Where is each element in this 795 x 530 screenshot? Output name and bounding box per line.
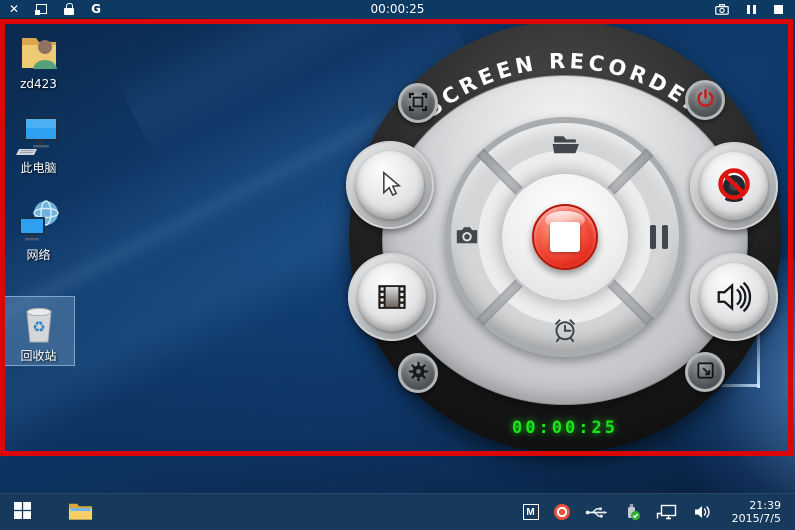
tray-network-icon[interactable] — [656, 504, 677, 520]
show-cursor-button[interactable] — [346, 141, 434, 229]
tray-m-icon[interactable]: M — [522, 504, 539, 520]
camera-icon — [451, 220, 483, 255]
desktop-icon-recycle-bin[interactable]: ♻ 回收站 — [2, 296, 75, 366]
m-letter: M — [522, 504, 539, 520]
screenshot-camera-icon[interactable] — [715, 0, 729, 19]
pause-icon[interactable] — [747, 4, 756, 14]
recycle-bin-icon: ♻ — [15, 300, 63, 348]
power-icon — [694, 87, 717, 113]
speaker-volume-button[interactable] — [690, 253, 778, 341]
desktop-icon-label: 此电脑 — [20, 161, 57, 175]
network-globe-icon — [15, 199, 63, 247]
desktop-icon-zd423[interactable]: zd423 — [2, 28, 75, 91]
video-files-button[interactable] — [348, 253, 436, 341]
desktop-icon-network[interactable]: 网络 — [2, 199, 75, 262]
minimize-to-window-button[interactable] — [685, 352, 725, 392]
recording-topbar: ✕ G 00:00:25 — [0, 0, 795, 18]
region-select-button[interactable] — [398, 83, 438, 123]
clock-date: 2015/7/5 — [731, 512, 781, 525]
recorder-center — [500, 172, 630, 302]
dpad-separator — [603, 275, 654, 326]
desktop-icon-label: 网络 — [26, 248, 51, 262]
alarm-clock-icon — [548, 313, 582, 350]
record-dot — [553, 504, 570, 520]
topbar-right-controls — [715, 0, 783, 18]
screen: ✕ G 00:00:25 zd423 此电脑 网络 ♻ 回收站 CREEN RE… — [0, 0, 795, 530]
taskbar: M 21:39 2015/7/5 — [0, 493, 795, 530]
region-select-icon — [406, 90, 430, 117]
webcam-muted-icon — [700, 152, 768, 220]
stop-recording-button[interactable] — [532, 204, 598, 270]
computer-icon — [15, 112, 63, 160]
recorder-timer: 00:00:25 — [512, 418, 618, 438]
webcam-mute-button[interactable] — [690, 142, 778, 230]
tray-volume-icon[interactable] — [692, 504, 713, 520]
svg-text:♻: ♻ — [32, 318, 45, 336]
topbar-timer: 00:00:25 — [370, 2, 425, 16]
tray-record-icon[interactable] — [553, 504, 570, 520]
file-explorer-button[interactable] — [58, 494, 102, 530]
stop-icon[interactable] — [774, 4, 783, 14]
mouse-cursor-icon — [356, 151, 424, 219]
user-folder-icon — [15, 28, 63, 76]
open-folder-button[interactable] — [548, 128, 582, 162]
gear-icon — [407, 360, 430, 386]
screen-recorder-widget: SCREEN RECORDER — [346, 21, 781, 453]
power-button[interactable] — [685, 80, 725, 120]
settings-button[interactable] — [398, 353, 438, 393]
folder-icon — [68, 501, 93, 524]
film-strip-icon — [358, 263, 426, 331]
tray-safely-remove-icon[interactable] — [623, 503, 641, 521]
tray-usb-icon[interactable] — [585, 505, 608, 520]
desktop-icon-label: zd423 — [20, 77, 57, 91]
open-folder-icon — [548, 127, 582, 164]
speaker-icon — [700, 263, 768, 331]
stop-button-gloss — [545, 211, 585, 229]
desktop-icon-label: 回收站 — [20, 349, 57, 363]
taskbar-clock[interactable]: 21:39 2015/7/5 — [728, 499, 785, 525]
screenshot-button[interactable] — [450, 220, 484, 254]
system-tray: M 21:39 2015/7/5 — [522, 499, 795, 525]
clock-time: 21:39 — [749, 499, 781, 512]
pause-icon — [650, 225, 668, 249]
desktop-icon-this-pc[interactable]: 此电脑 — [2, 112, 75, 175]
start-button[interactable] — [0, 494, 44, 530]
pause-recording-button[interactable] — [642, 220, 676, 254]
windows-logo-icon — [13, 502, 31, 522]
resize-window-icon — [694, 359, 717, 385]
scheduled-recording-button[interactable] — [548, 314, 582, 348]
desktop-wallpaper: zd423 此电脑 网络 ♻ 回收站 CREEN RECORDE 00:00:2… — [0, 18, 795, 493]
